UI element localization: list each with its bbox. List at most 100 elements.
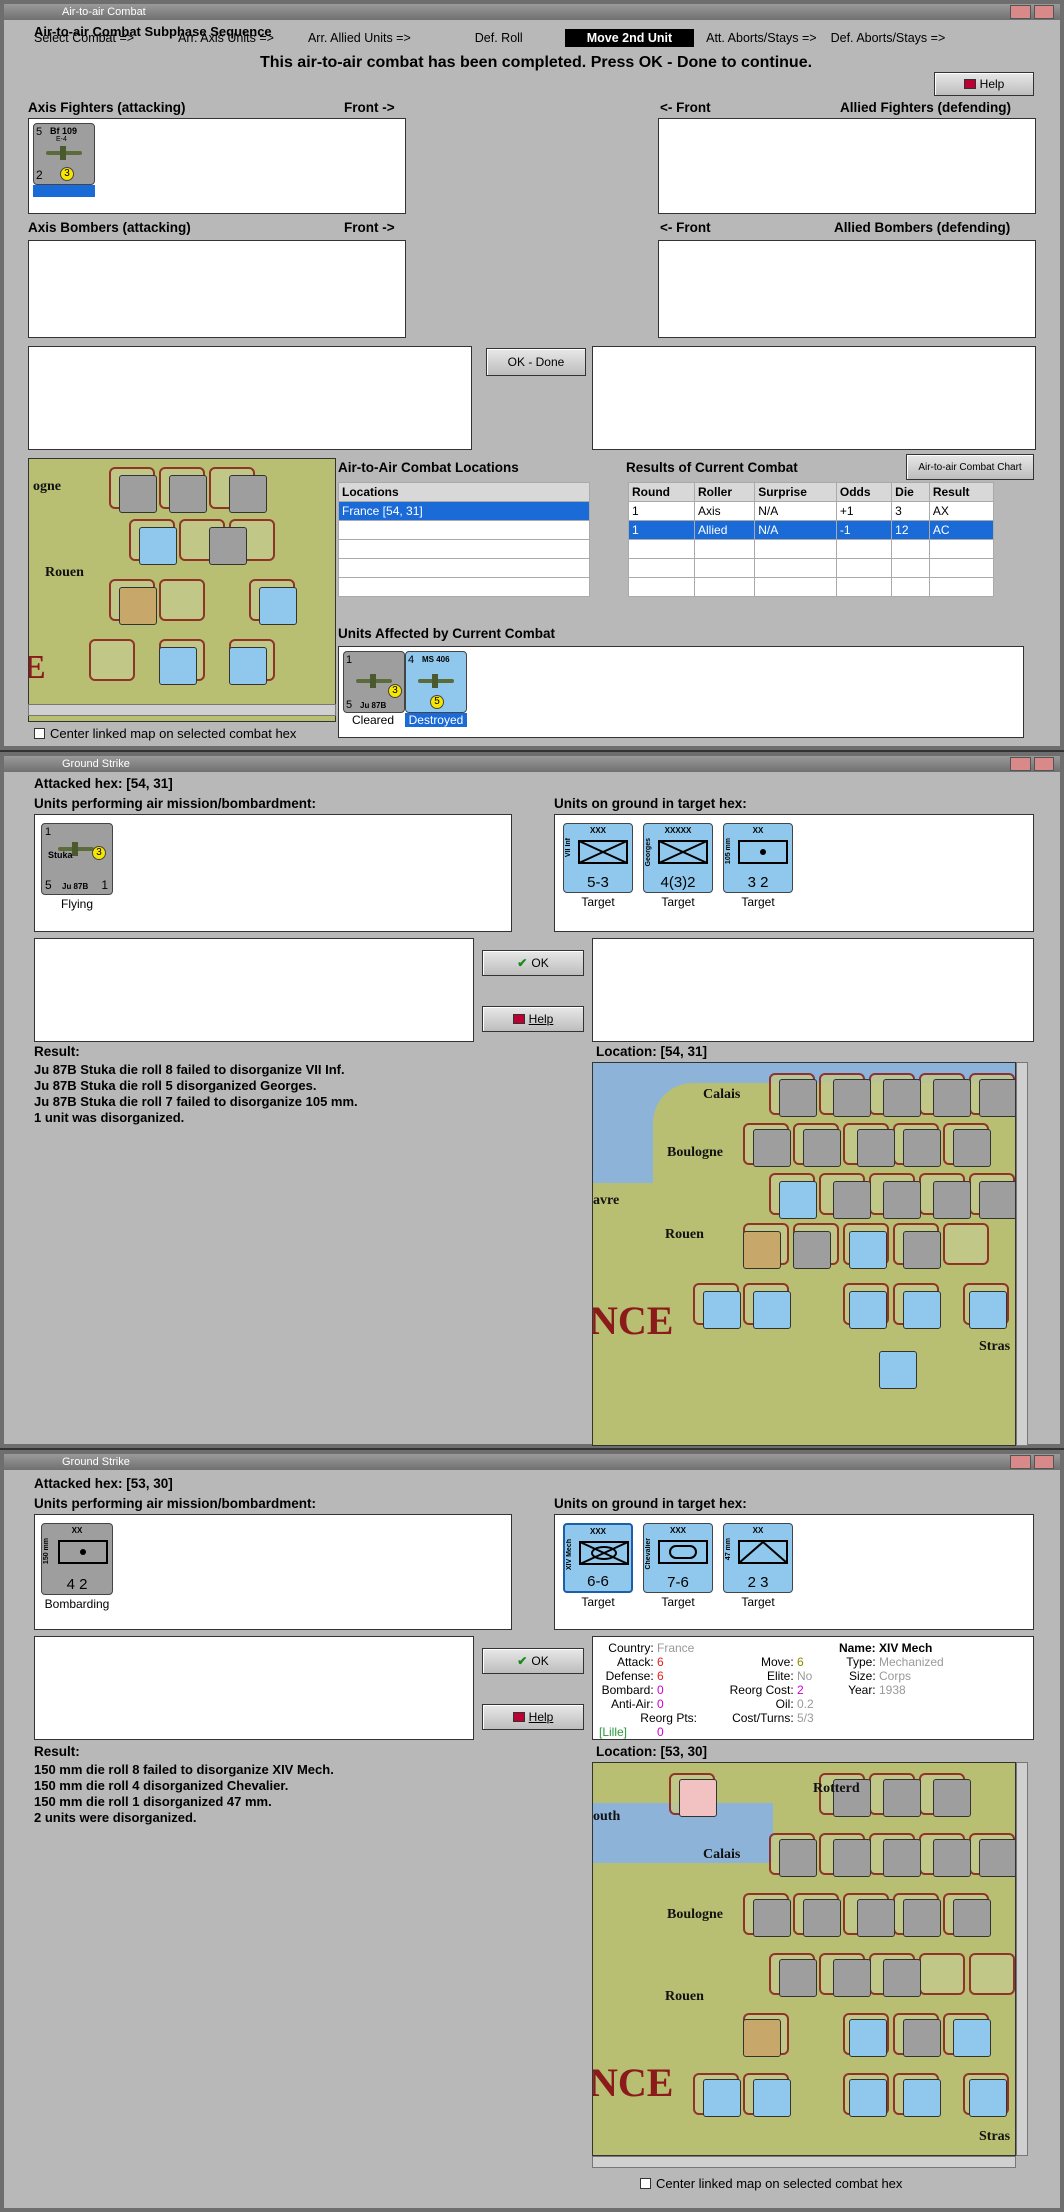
counter-name: MS 406 [422, 655, 450, 664]
map-vertical-scrollbar[interactable] [1016, 1762, 1028, 2156]
location-cell[interactable]: France [54, 31] [338, 501, 590, 521]
fighter-plane-icon [418, 674, 454, 688]
counter-stats: 7-6 [667, 1574, 689, 1591]
on-ground-label: Units on ground in target hex: [554, 796, 747, 811]
unit-counter-chevalier[interactable]: XXX Chevalier 7-6 [643, 1523, 713, 1593]
ok-button[interactable]: ✔ OK [482, 950, 584, 976]
infantry-symbol-icon [578, 840, 628, 864]
counter-name: 150 mm [43, 1538, 50, 1565]
location-label: Location: [54, 31] [596, 1044, 708, 1059]
cell: 12 [891, 520, 930, 540]
title-bar[interactable]: Ground Strike [4, 756, 1060, 772]
cell: 1 [627, 520, 696, 540]
counter-badge: 3 [388, 684, 402, 698]
unit-counter-ju87b[interactable]: 1 5 Ju 87B 3 [343, 651, 405, 713]
ground-units-box[interactable]: XXX VII Inf 5-3 Target XXXXX Georges 4(3… [554, 814, 1034, 932]
counter-size: XX [71, 1526, 83, 1535]
counter-name: XIV Mech [566, 1539, 573, 1571]
help-label: Help [528, 1710, 554, 1724]
air-units-box[interactable]: 1 Stuka 3 5 Ju 87B 1 Flying [34, 814, 512, 932]
help-button[interactable]: Help [482, 1006, 584, 1032]
checkmark-icon: ✔ [517, 1654, 528, 1668]
target-map[interactable]: Rotterd Calais Boulogne Rouen outh NCE S… [592, 1762, 1016, 2156]
air-combat-window: Air-to-air Combat Air-to-air Combat Subp… [0, 0, 1064, 751]
counter-name: Chevalier [645, 1538, 652, 1570]
cell: -1 [835, 520, 893, 540]
col-header: Result [928, 482, 995, 502]
unit-counter-xiv-mech[interactable]: XXX XIV Mech 6-6 [563, 1523, 633, 1593]
axis-fighters-box[interactable]: 5 Bf 109 E-4 2 3 [28, 118, 406, 214]
table-row[interactable]: 1 Allied N/A -1 12 AC [627, 520, 995, 540]
combat-chart-button[interactable]: Air-to-air Combat Chart [906, 454, 1034, 480]
counter-badge: 3 [92, 846, 106, 860]
table-row[interactable]: 1 Axis N/A +1 3 AX [627, 501, 995, 521]
air-units-box[interactable]: XX 150 mm 4 2 Bombarding [34, 1514, 512, 1630]
mini-map[interactable]: ogne Rouen E [28, 458, 336, 722]
result-line: 150 mm die roll 8 failed to disorganize … [34, 1762, 334, 1777]
counter-size: XX [752, 1526, 764, 1535]
unit-counter-bf109[interactable]: 5 Bf 109 E-4 2 3 [33, 123, 95, 185]
cell: 1 [627, 501, 696, 521]
unit-counter-150mm[interactable]: XX 150 mm 4 2 [41, 1523, 113, 1595]
map-vertical-scrollbar[interactable] [1016, 1062, 1028, 1446]
unit-caption: Target [661, 895, 695, 909]
center-map-checkbox[interactable]: Center linked map on selected combat hex [640, 2176, 902, 2191]
center-map-label: Center linked map on selected combat hex [50, 726, 297, 741]
unit-counter-105mm[interactable]: XX 105 mm 3 2 [723, 823, 793, 893]
counter-right: 1 [101, 878, 108, 892]
result-line: 2 units were disorganized. [34, 1810, 197, 1825]
result-text: 150 mm die roll 8 failed to disorganize … [34, 1762, 334, 1826]
title-bar[interactable]: Air-to-air Combat [4, 4, 1060, 20]
antitank-symbol-icon [738, 1540, 788, 1564]
checkbox-icon[interactable] [640, 2178, 651, 2189]
unit-counter-ms406[interactable]: 4 MS 406 5 [405, 651, 467, 713]
on-ground-label: Units on ground in target hex: [554, 1496, 747, 1511]
map-country-label: NCE [592, 1298, 674, 1343]
title-bar[interactable]: Ground Strike [4, 1454, 1060, 1470]
map-city-label: Rouen [665, 1989, 704, 2004]
counter-stats: 5 [45, 878, 52, 892]
affected-units-box[interactable]: 1 5 Ju 87B 3 Cleared 4 MS 406 5 Destroye… [338, 646, 1024, 738]
target-map[interactable]: Calais Boulogne Rouen avre NCE Stras [592, 1062, 1016, 1446]
window-title: Ground Strike [62, 1456, 130, 1468]
locations-title: Air-to-Air Combat Locations [338, 460, 519, 475]
table-row[interactable]: France [54, 31] [338, 501, 590, 521]
counter-name: Ju 87B [62, 882, 89, 891]
col-header: Die [891, 482, 930, 502]
allied-bombers-box[interactable] [658, 240, 1036, 338]
unit-counter-vii-inf[interactable]: XXX VII Inf 5-3 [563, 823, 633, 893]
unit-counter-ju87b[interactable]: 1 Stuka 3 5 Ju 87B 1 [41, 823, 113, 895]
location-link[interactable]: [Lille] [599, 1725, 627, 1739]
results-table[interactable]: Round Roller Surprise Odds Die Result 1A… [627, 482, 995, 597]
ok-button[interactable]: ✔ OK [482, 1648, 584, 1674]
counter-size: XXX [669, 1526, 686, 1535]
seq-step: Arr. Axis Units => [178, 31, 274, 45]
help-button[interactable]: Help [934, 72, 1034, 96]
map-country-label: NCE [592, 2060, 674, 2105]
unit-counter-georges[interactable]: XXXXX Georges 4(3)2 [643, 823, 713, 893]
info-row: Attack: 6 [616, 1655, 664, 1669]
front-label: Front -> [344, 220, 395, 235]
checkbox-icon[interactable] [34, 728, 45, 739]
unit-caption: Bombarding [44, 1597, 110, 1611]
ok-label: OK [531, 956, 549, 970]
counter-stats: 4 2 [66, 1576, 88, 1593]
counter-stats: 3 2 [747, 874, 769, 891]
unit-caption: Target [661, 1595, 695, 1609]
ok-done-button[interactable]: OK - Done [486, 348, 586, 376]
allied-fighters-box[interactable] [658, 118, 1036, 214]
help-button[interactable]: Help [482, 1704, 584, 1730]
center-map-checkbox[interactable]: Center linked map on selected combat hex [34, 726, 296, 741]
map-city-label: Stras [979, 1339, 1011, 1354]
map-horizontal-scrollbar[interactable] [592, 2156, 1016, 2168]
mini-map-scrollbar[interactable] [28, 704, 336, 716]
locations-table[interactable]: Locations France [54, 31] [338, 482, 590, 597]
result-line: Ju 87B Stuka die roll 5 disorganized Geo… [34, 1078, 317, 1093]
map-city-label: Calais [703, 1087, 741, 1102]
map-city-label: Calais [703, 1847, 741, 1862]
axis-bombers-box[interactable] [28, 240, 406, 338]
ground-units-box[interactable]: XXX XIV Mech 6-6 Target XXX Chevalier 7-… [554, 1514, 1034, 1630]
cell: Axis [694, 501, 756, 521]
unit-counter-47mm[interactable]: XX 47 mm 2 3 [723, 1523, 793, 1593]
location-label: Location: [53, 30] [596, 1744, 708, 1759]
